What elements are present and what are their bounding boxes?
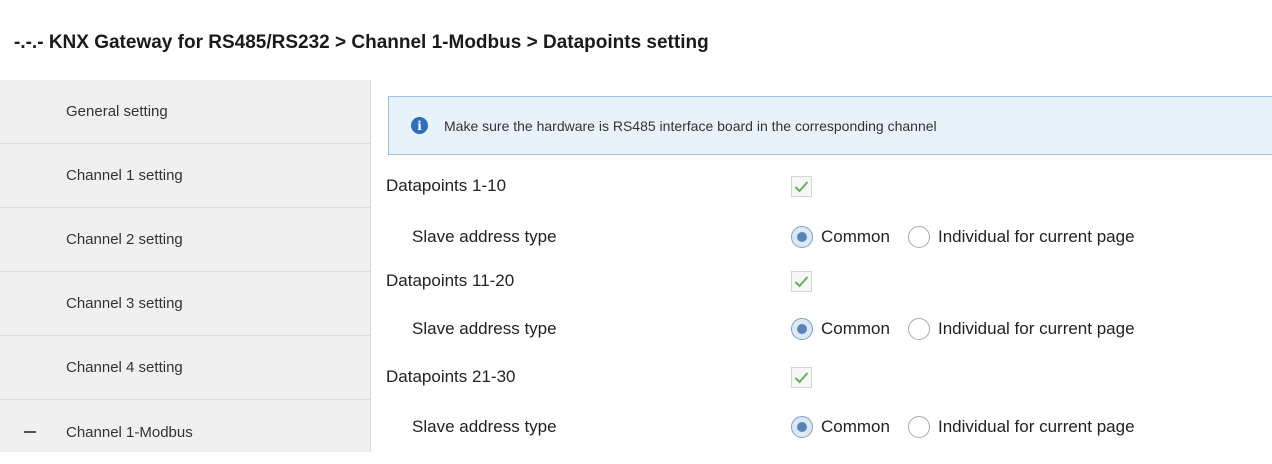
datapoints-label: Datapoints 11-20: [386, 271, 515, 290]
slave-address-row-3: Slave address type Common Individual for…: [371, 402, 1272, 452]
sidebar-item-label: Channel 2 setting: [66, 231, 183, 248]
sidebar-item-general-setting[interactable]: General setting: [0, 80, 370, 144]
radio-label-individual: Individual for current page: [937, 417, 1135, 436]
datapoints-label: Datapoints 21-30: [386, 367, 516, 386]
radio-label-common: Common: [821, 227, 890, 246]
radio-common-2[interactable]: [791, 318, 813, 340]
sidebar-item-channel-2-setting[interactable]: Channel 2 setting: [0, 208, 370, 272]
radio-label-common: Common: [821, 417, 890, 436]
radio-dot: [797, 324, 807, 334]
checkmark-icon: [794, 276, 809, 288]
datapoints-row-1: Datapoints 1-10: [371, 161, 1272, 211]
collapse-icon[interactable]: [24, 431, 36, 433]
sidebar-item-label: Channel 3 setting: [66, 295, 183, 312]
sidebar-item-label: Channel 4 setting: [66, 359, 183, 376]
radio-dot: [797, 422, 807, 432]
radio-label-individual: Individual for current page: [937, 227, 1135, 246]
radio-common-1[interactable]: [791, 226, 813, 248]
slave-address-row-1: Slave address type Common Individual for…: [371, 212, 1272, 262]
slave-address-label: Slave address type: [412, 319, 557, 338]
main-panel: i Make sure the hardware is RS485 interf…: [371, 80, 1272, 452]
sidebar-item-label: Channel 1 setting: [66, 167, 183, 184]
info-text: Make sure the hardware is RS485 interfac…: [444, 117, 937, 134]
datapoints-21-30-checkbox[interactable]: [791, 367, 812, 388]
radio-individual-3[interactable]: [907, 416, 930, 438]
sidebar-item-label: General setting: [66, 103, 168, 120]
datapoints-row-2: Datapoints 11-20: [371, 256, 1272, 306]
breadcrumb-title: -.-.- KNX Gateway for RS485/RS232 > Chan…: [14, 32, 709, 53]
datapoints-1-10-checkbox[interactable]: [791, 176, 812, 197]
info-banner: i Make sure the hardware is RS485 interf…: [388, 96, 1272, 155]
datapoints-11-20-checkbox[interactable]: [791, 271, 812, 292]
radio-individual-1[interactable]: [907, 226, 930, 248]
slave-address-radio-group-1: Common Individual for current page: [791, 226, 1135, 248]
checkmark-icon: [794, 181, 809, 193]
sidebar-item-channel-1-setting[interactable]: Channel 1 setting: [0, 144, 370, 208]
sidebar-item-label: Channel 1-Modbus: [66, 423, 193, 441]
radio-label-individual: Individual for current page: [937, 319, 1135, 338]
header-bar: -.-.- KNX Gateway for RS485/RS232 > Chan…: [0, 0, 1272, 80]
sidebar-item-channel-4-setting[interactable]: Channel 4 setting: [0, 336, 370, 400]
radio-individual-2[interactable]: [907, 318, 930, 340]
sidebar: General setting Channel 1 setting Channe…: [0, 80, 371, 452]
slave-address-label: Slave address type: [412, 417, 557, 436]
checkmark-icon: [794, 372, 809, 384]
info-icon: i: [411, 117, 428, 134]
slave-address-row-2: Slave address type Common Individual for…: [371, 304, 1272, 354]
radio-dot: [797, 232, 807, 242]
slave-address-radio-group-3: Common Individual for current page: [791, 416, 1135, 438]
datapoints-row-3: Datapoints 21-30: [371, 352, 1272, 402]
radio-label-common: Common: [821, 319, 890, 338]
sidebar-item-channel-1-modbus[interactable]: Channel 1-Modbus: [0, 400, 370, 464]
radio-common-3[interactable]: [791, 416, 813, 438]
slave-address-radio-group-2: Common Individual for current page: [791, 318, 1135, 340]
datapoints-label: Datapoints 1-10: [386, 176, 507, 195]
sidebar-item-channel-3-setting[interactable]: Channel 3 setting: [0, 272, 370, 336]
slave-address-label: Slave address type: [412, 227, 557, 246]
